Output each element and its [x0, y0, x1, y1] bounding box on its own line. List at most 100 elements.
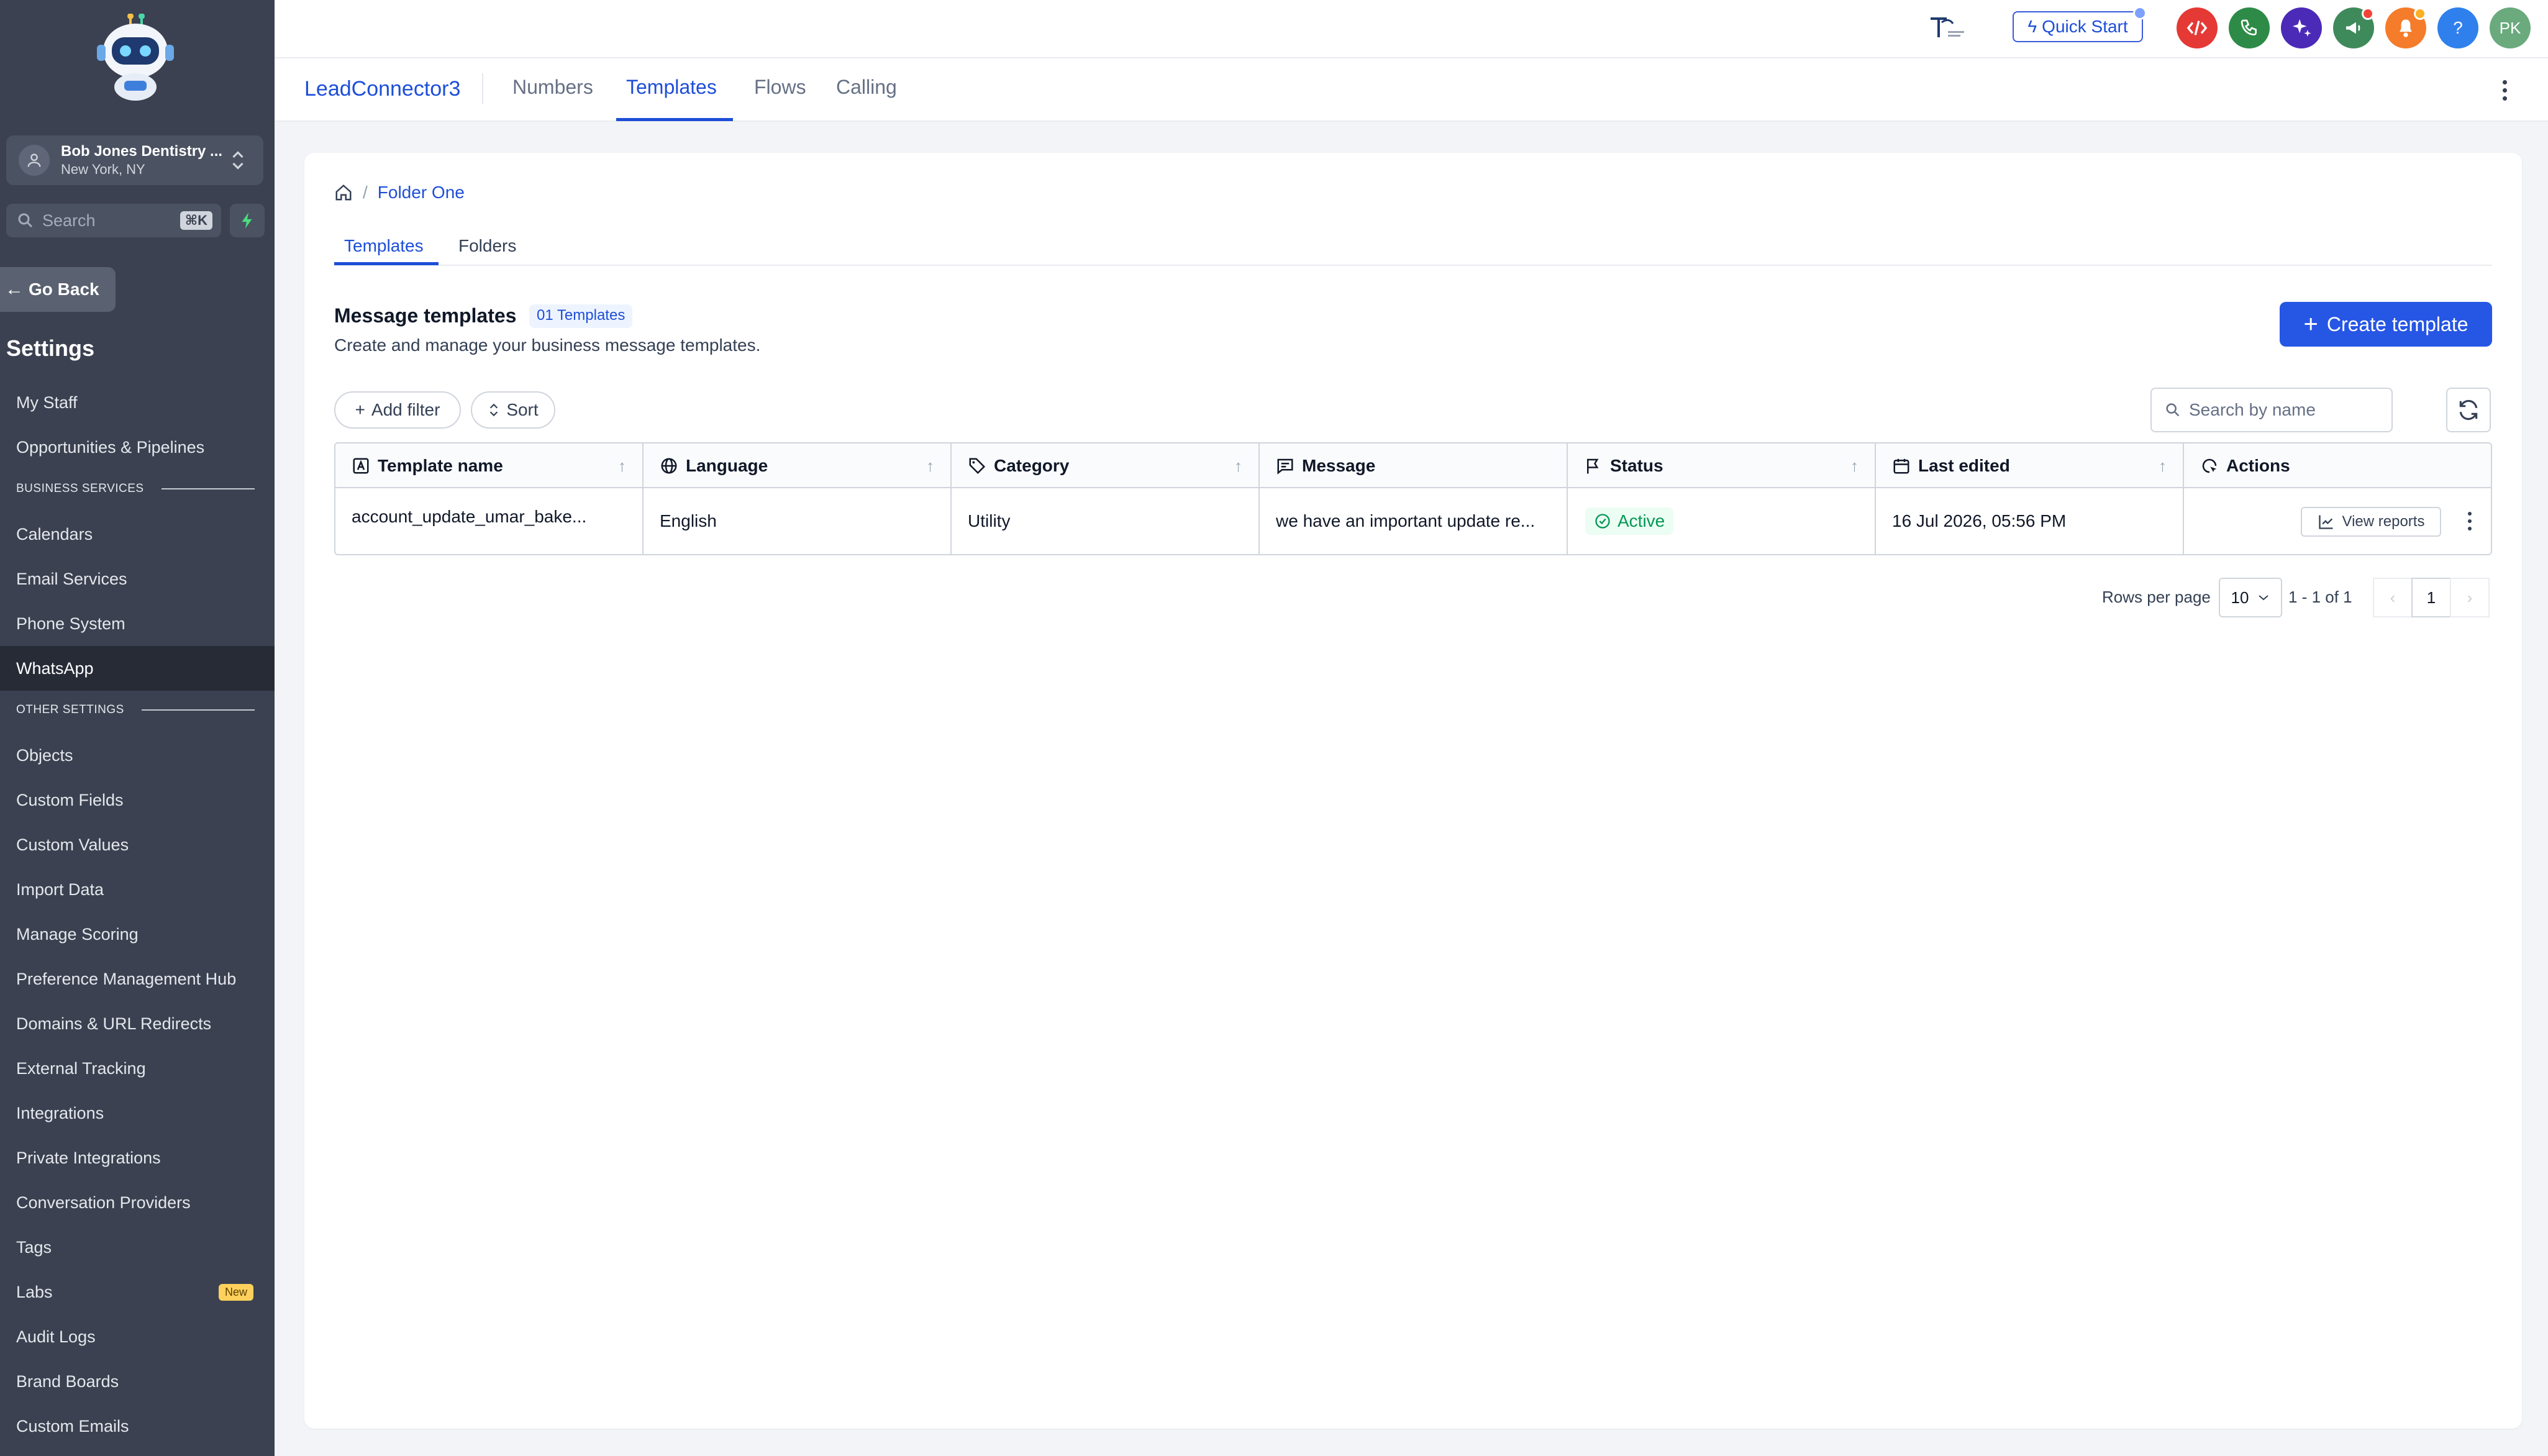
sidebar-item-calendars[interactable]: Calendars	[0, 512, 275, 557]
home-icon[interactable]	[334, 183, 353, 202]
sort-arrow-icon[interactable]: ↑	[1850, 457, 1859, 476]
cell-last-edited: 16 Jul 2026, 05:56 PM	[1876, 488, 2184, 554]
announcements-notification-dot	[2362, 7, 2374, 20]
sidebar-search-input[interactable]: Search ⌘K	[6, 204, 221, 237]
sidebar-item-integrations[interactable]: Integrations	[0, 1091, 275, 1135]
sidebar-item-tags[interactable]: Tags	[0, 1225, 275, 1270]
sort-arrow-icon[interactable]: ↑	[926, 457, 934, 476]
go-back-button[interactable]: ← Go Back	[0, 267, 116, 312]
column-last-edited[interactable]: Last edited ↑	[1876, 444, 2184, 488]
breadcrumb-folder-one[interactable]: Folder One	[378, 183, 465, 202]
cell-category: Utility	[952, 488, 1260, 554]
account-switcher[interactable]: Bob Jones Dentistry ... New York, NY	[6, 135, 263, 185]
template-icon	[353, 458, 369, 474]
previous-page-button[interactable]: ‹	[2373, 578, 2413, 617]
search-icon	[2166, 403, 2180, 417]
tab-inner-folders[interactable]: Folders	[458, 236, 516, 256]
sidebar-item-preference-management[interactable]: Preference Management Hub	[0, 957, 275, 1001]
refresh-icon	[2459, 399, 2478, 421]
page-number-button[interactable]: 1	[2411, 578, 2451, 617]
refresh-button[interactable]	[2446, 388, 2491, 432]
row-more-options-icon[interactable]	[2457, 507, 2482, 535]
create-template-button[interactable]: + Create template	[2280, 302, 2492, 347]
sort-button[interactable]: Sort	[471, 391, 555, 429]
table-header: Template name ↑ Language ↑ Category ↑ Me…	[335, 444, 2491, 488]
tab-flows[interactable]: Flows	[754, 76, 806, 99]
sidebar-item-domains[interactable]: Domains & URL Redirects	[0, 1001, 275, 1046]
column-category[interactable]: Category ↑	[952, 444, 1260, 488]
user-avatar[interactable]: PK	[2490, 7, 2531, 48]
sidebar-item-phone-system[interactable]: Phone System	[0, 601, 275, 646]
cell-message: we have an important update re...	[1260, 488, 1568, 554]
table-row[interactable]: account_update_umar_bake... English Util…	[335, 488, 2491, 554]
quick-start-button[interactable]: ϟ Quick Start	[2013, 6, 2147, 42]
sort-arrow-icon[interactable]: ↑	[618, 457, 626, 476]
quick-actions-button[interactable]	[230, 204, 265, 237]
column-status[interactable]: Status ↑	[1568, 444, 1876, 488]
sidebar-item-opportunities[interactable]: Opportunities & Pipelines	[0, 425, 275, 470]
sidebar-item-custom-emails[interactable]: Custom Emails	[0, 1404, 275, 1449]
tab-templates[interactable]: Templates	[626, 76, 717, 99]
location-avatar	[19, 145, 50, 176]
sort-arrow-icon[interactable]: ↑	[2159, 457, 2167, 476]
announcements-button[interactable]	[2333, 7, 2374, 48]
view-reports-label: View reports	[2342, 513, 2425, 530]
status-badge: Active	[1585, 507, 1674, 535]
sidebar-item-conversation-providers[interactable]: Conversation Providers	[0, 1180, 275, 1225]
sidebar-item-brand-boards[interactable]: Brand Boards	[0, 1359, 275, 1404]
cell-actions: View reports	[2184, 488, 2491, 554]
sidebar-item-import-data[interactable]: Import Data	[0, 867, 275, 912]
view-reports-button[interactable]: View reports	[2301, 507, 2441, 537]
search-icon	[18, 213, 33, 228]
chevron-down-icon	[2259, 595, 2269, 601]
search-shortcut: ⌘K	[180, 211, 212, 230]
sidebar-item-email-services[interactable]: Email Services	[0, 557, 275, 601]
column-actions: Actions	[2184, 444, 2491, 488]
sidebar-item-my-staff[interactable]: My Staff	[0, 380, 275, 425]
sidebar-item-custom-fields[interactable]: Custom Fields	[0, 778, 275, 822]
ai-assistant-button[interactable]	[2281, 7, 2322, 48]
cell-status: Active	[1568, 488, 1876, 554]
sidebar-item-audit-logs[interactable]: Audit Logs	[0, 1314, 275, 1359]
account-location: New York, NY	[61, 162, 145, 177]
tab-calling[interactable]: Calling	[836, 76, 897, 99]
phone-icon	[2241, 19, 2257, 36]
sidebar-item-private-integrations[interactable]: Private Integrations	[0, 1135, 275, 1180]
code-icon	[2186, 20, 2208, 35]
sidebar-item-manage-scoring[interactable]: Manage Scoring	[0, 912, 275, 957]
tab-inner-templates[interactable]: Templates	[344, 236, 424, 256]
column-template-name[interactable]: Template name ↑	[335, 444, 644, 488]
add-filter-button[interactable]: + Add filter	[334, 391, 461, 429]
avatar-initials: PK	[2499, 18, 2521, 37]
rows-per-page-label: Rows per page	[2102, 588, 2211, 606]
sidebar-item-whatsapp[interactable]: WhatsApp	[0, 646, 275, 691]
code-button[interactable]	[2177, 7, 2218, 48]
sort-arrow-icon[interactable]: ↑	[1234, 457, 1242, 476]
sidebar-item-labs[interactable]: Labs New	[0, 1270, 275, 1314]
templates-card: / Folder One Templates Folders Message t…	[304, 153, 2522, 1429]
phone-button[interactable]	[2229, 7, 2270, 48]
column-language[interactable]: Language ↑	[644, 444, 952, 488]
cell-template-name[interactable]: account_update_umar_bake...	[335, 488, 644, 554]
breadcrumb-separator: /	[363, 183, 368, 202]
sidebar-item-objects[interactable]: Objects	[0, 733, 275, 778]
sidebar-item-external-tracking[interactable]: External Tracking	[0, 1046, 275, 1091]
message-icon	[1277, 458, 1293, 475]
search-by-name-field[interactable]	[2150, 388, 2393, 432]
tab-numbers[interactable]: Numbers	[512, 76, 593, 99]
lightning-icon	[242, 212, 252, 229]
app-name[interactable]: LeadConnector3	[304, 77, 460, 101]
templates-table: Template name ↑ Language ↑ Category ↑ Me…	[334, 442, 2492, 555]
user-icon	[27, 153, 41, 167]
search-by-name-input[interactable]	[2189, 400, 2388, 420]
next-page-button[interactable]: ›	[2450, 578, 2490, 617]
page-title: Message templates	[334, 304, 517, 327]
create-template-label: Create template	[2326, 312, 2468, 335]
rows-per-page-select[interactable]: 10	[2219, 578, 2282, 617]
breadcrumb: / Folder One	[334, 183, 465, 202]
help-button[interactable]: ?	[2437, 7, 2478, 48]
notifications-button[interactable]	[2385, 7, 2426, 48]
sidebar-item-custom-values[interactable]: Custom Values	[0, 822, 275, 867]
more-options-icon[interactable]	[2492, 76, 2517, 104]
column-message[interactable]: Message	[1260, 444, 1568, 488]
